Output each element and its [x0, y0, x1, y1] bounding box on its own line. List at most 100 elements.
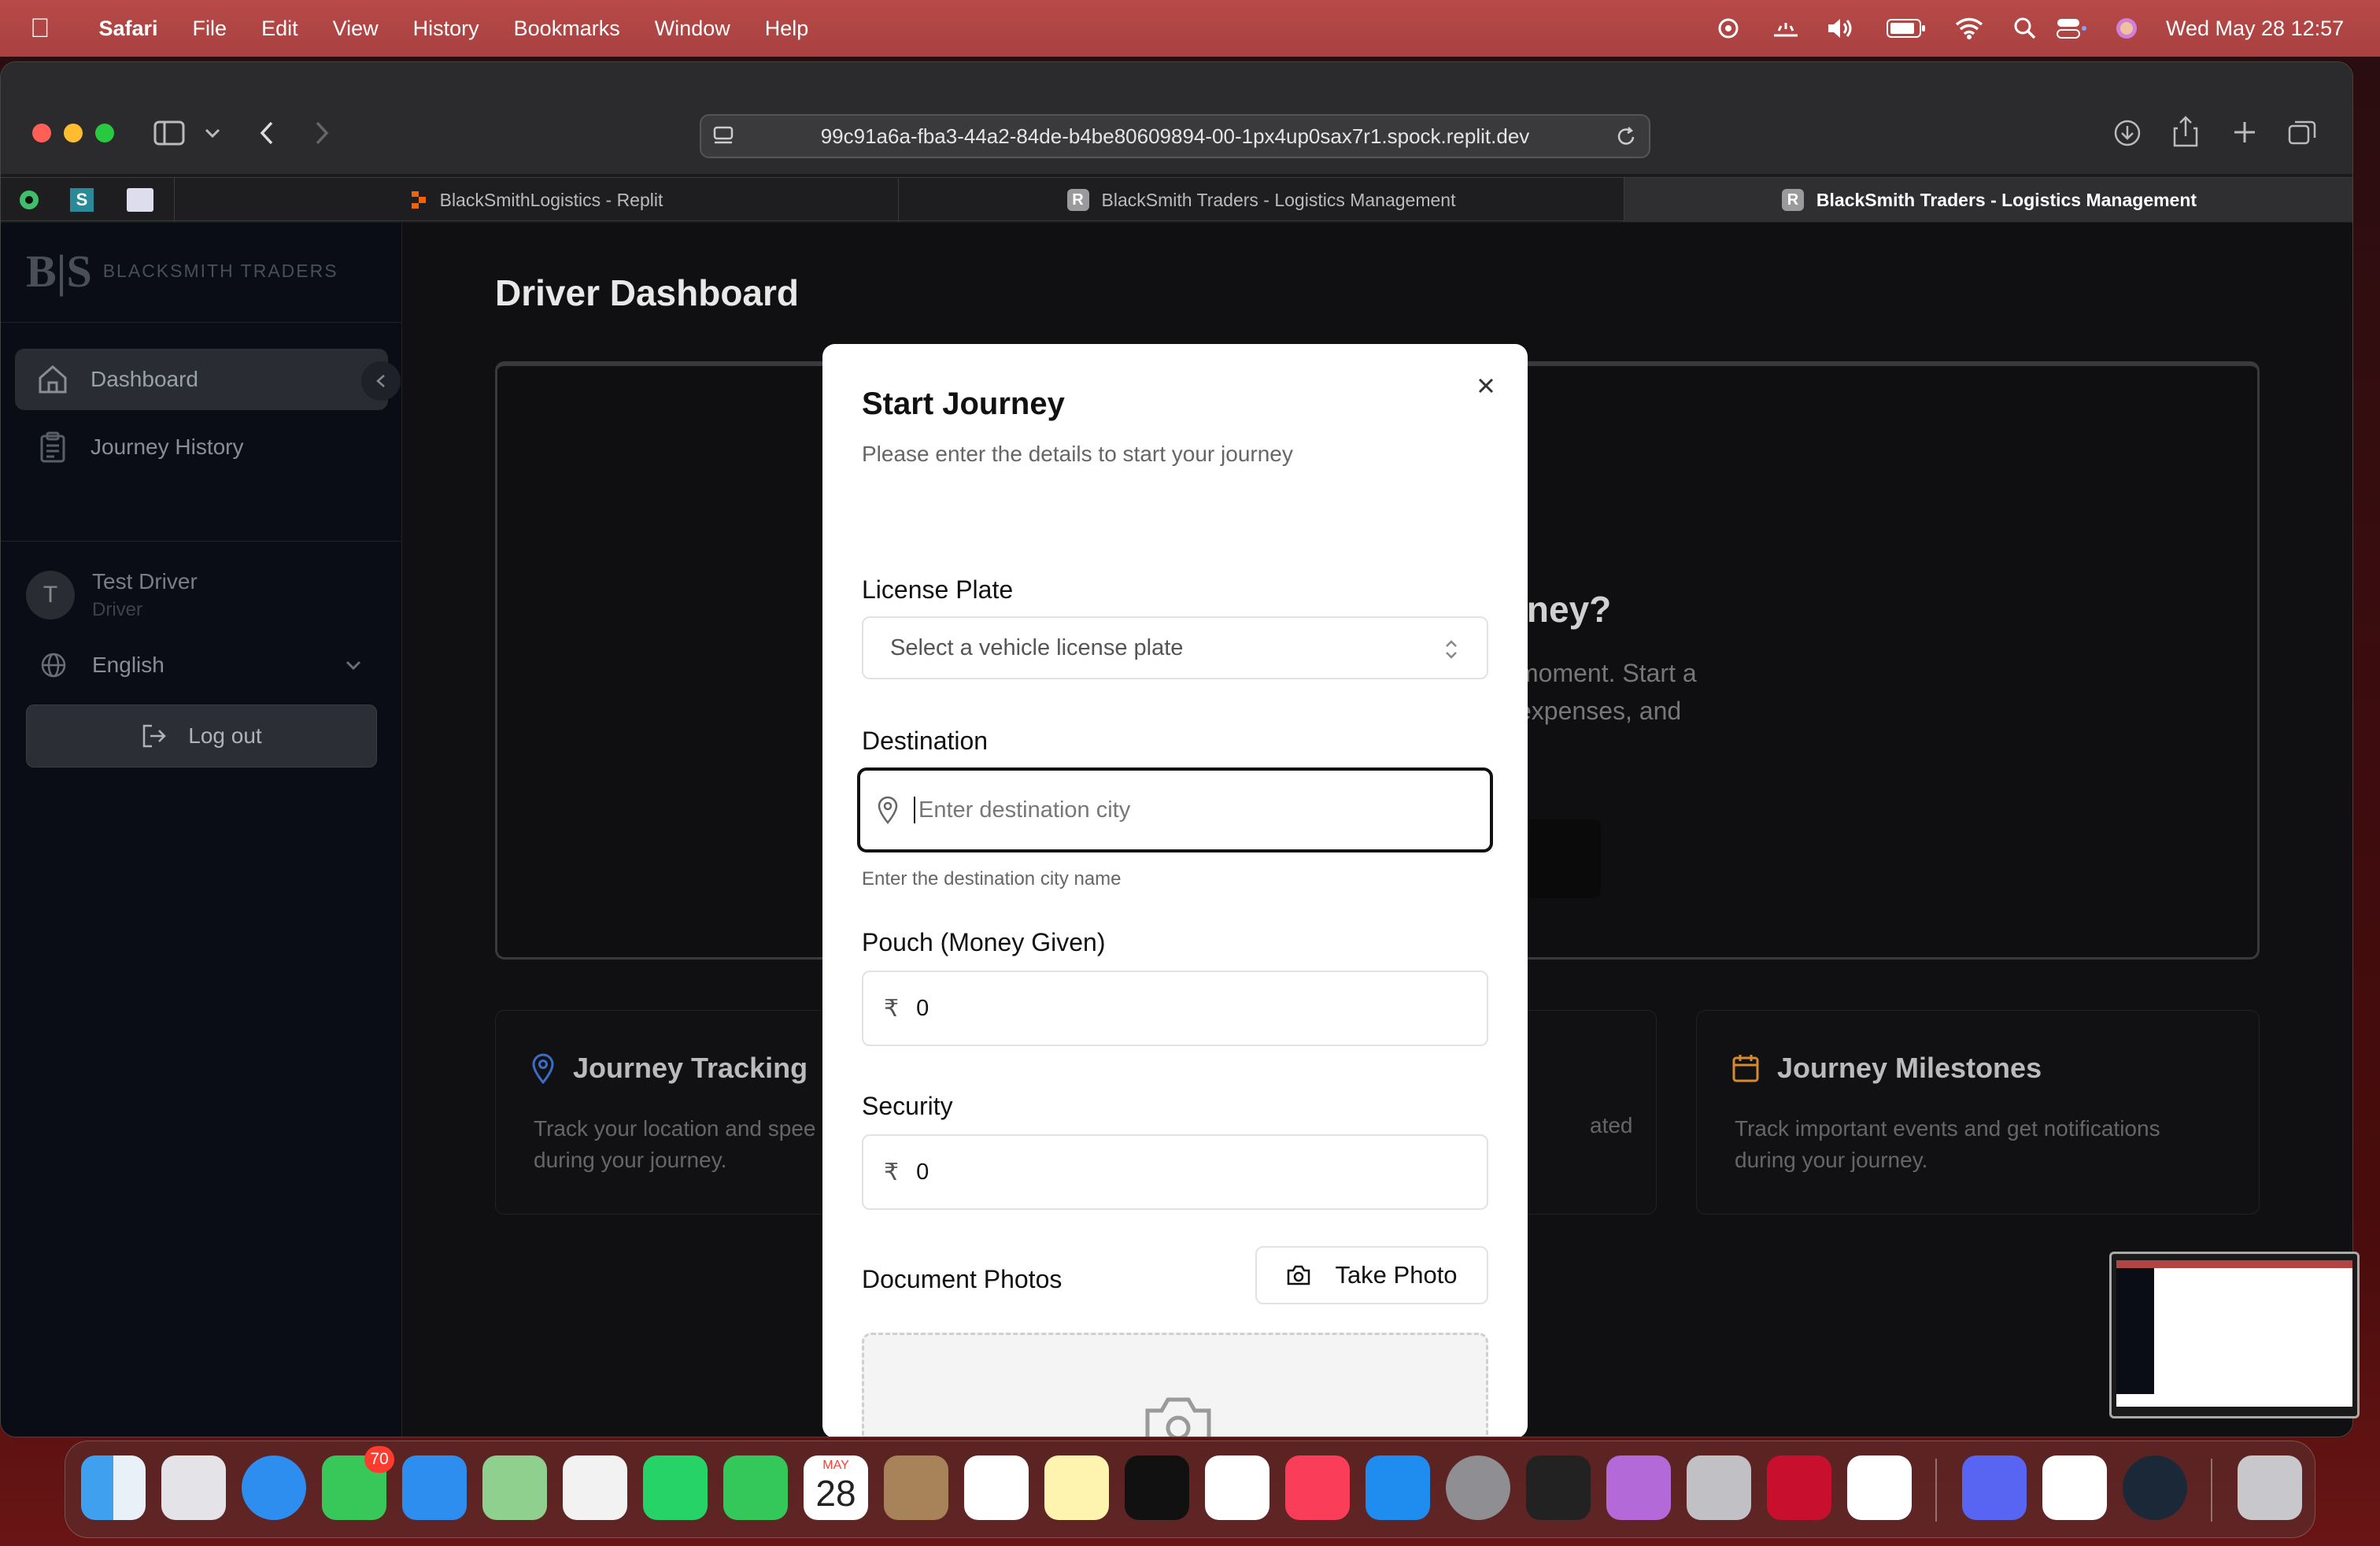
language-select[interactable]: English	[40, 643, 363, 687]
menu-bookmarks[interactable]: Bookmarks	[514, 17, 620, 41]
menu-edit[interactable]: Edit	[261, 17, 298, 41]
steam-icon[interactable]	[2123, 1455, 2187, 1520]
share-icon[interactable]	[2173, 116, 2198, 147]
spotlight-search-icon[interactable]	[2013, 0, 2037, 57]
music-icon[interactable]	[1285, 1455, 1350, 1520]
chatgpt-icon[interactable]	[1847, 1455, 1912, 1520]
menu-app-name[interactable]: Safari	[99, 17, 158, 41]
page-settings-icon[interactable]	[712, 125, 736, 147]
screenshot-thumbnail[interactable]	[2109, 1252, 2360, 1418]
menu-view[interactable]: View	[333, 17, 379, 41]
menu-help[interactable]: Help	[765, 17, 809, 41]
destination-help-text: Enter the destination city name	[862, 868, 1122, 890]
control-center-icon[interactable]	[2056, 0, 2087, 57]
cursor-app-icon[interactable]	[1526, 1455, 1591, 1520]
menu-clock[interactable]: Wed May 28 12:57	[2166, 0, 2344, 57]
discord-icon[interactable]	[1962, 1455, 2027, 1520]
take-photo-label: Take Photo	[1335, 1261, 1458, 1289]
apple-tv-icon[interactable]	[1125, 1455, 1189, 1520]
downloads-icon[interactable]	[2113, 119, 2142, 147]
chatgpt-status-icon[interactable]	[1716, 0, 1741, 57]
tab-logistics-1[interactable]: R BlackSmith Traders - Logistics Managem…	[898, 178, 1624, 222]
pouch-label: Pouch (Money Given)	[862, 928, 1106, 956]
wifi-icon[interactable]	[1955, 0, 1983, 57]
menu-history[interactable]: History	[413, 17, 479, 41]
feature-card-journey-milestones: Journey Milestones Track important event…	[1696, 1010, 2260, 1215]
launchpad-icon[interactable]	[161, 1455, 226, 1520]
tab-label: BlackSmithLogistics - Replit	[439, 189, 663, 210]
battery-icon[interactable]	[1886, 0, 1927, 57]
notes-icon[interactable]	[1044, 1455, 1109, 1520]
iphone-mirroring-icon[interactable]	[1687, 1455, 1751, 1520]
freeform-icon[interactable]	[1205, 1455, 1269, 1520]
menu-window[interactable]: Window	[655, 17, 730, 41]
currency-symbol: ₹	[884, 995, 900, 1022]
photo-dropzone[interactable]	[862, 1333, 1488, 1437]
destination-placeholder: Enter destination city	[918, 797, 1131, 823]
maps-icon[interactable]	[482, 1455, 547, 1520]
messages-icon[interactable]: 70	[322, 1446, 394, 1520]
calendar-icon	[1732, 1055, 1759, 1082]
user-name: Test Driver	[92, 569, 198, 594]
pinned-tab-3[interactable]	[127, 178, 153, 222]
sidebar-item-journey-history[interactable]: Journey History	[15, 416, 388, 478]
apple-menu-icon[interactable]: 	[30, 13, 50, 44]
app-store-icon[interactable]	[1366, 1455, 1430, 1520]
destination-input[interactable]: Enter destination city	[857, 767, 1493, 853]
dialog-subtitle: Please enter the details to start your j…	[862, 442, 1293, 466]
mail-icon[interactable]	[402, 1455, 467, 1520]
camera-icon	[1288, 1265, 1310, 1285]
safari-icon[interactable]	[242, 1455, 306, 1520]
brightness-icon[interactable]	[1771, 0, 1801, 57]
calendar-app-icon[interactable]: MAY 28	[804, 1455, 868, 1520]
logo: B|S BLACKSMITH TRADERS	[26, 246, 338, 297]
autocad-icon[interactable]	[1767, 1455, 1831, 1520]
trash-icon[interactable]	[2238, 1455, 2302, 1520]
pouch-input[interactable]: ₹ 0	[862, 971, 1488, 1046]
new-tab-icon[interactable]	[2233, 120, 2256, 144]
tab-label: BlackSmith Traders - Logistics Managemen…	[1816, 189, 2197, 210]
document-photos-label: Document Photos	[862, 1265, 1062, 1293]
reminders-icon[interactable]	[964, 1455, 1029, 1520]
security-input[interactable]: ₹ 0	[862, 1134, 1488, 1210]
address-bar[interactable]: 99c91a6a-fba3-44a2-84de-b4be80609894-00-…	[700, 114, 1650, 158]
chevron-down-icon[interactable]	[204, 127, 221, 139]
contacts-icon[interactable]	[884, 1455, 948, 1520]
system-settings-icon[interactable]	[1446, 1455, 1510, 1520]
feedback-icon[interactable]	[1606, 1455, 1671, 1520]
collapse-sidebar-button[interactable]	[361, 361, 401, 401]
close-dialog-button[interactable]	[1473, 372, 1499, 399]
user-role: Driver	[92, 599, 142, 620]
siri-icon[interactable]	[2114, 0, 2139, 57]
finder-icon[interactable]	[81, 1455, 146, 1520]
minimize-window-button[interactable]	[64, 124, 83, 142]
pinned-tab-2[interactable]: S	[70, 178, 94, 222]
close-window-button[interactable]	[32, 124, 51, 142]
messages-badge: 70	[364, 1446, 394, 1473]
zoom-window-button[interactable]	[95, 124, 114, 142]
tab-replit[interactable]: BlackSmithLogistics - Replit	[174, 178, 898, 222]
license-plate-select[interactable]: Select a vehicle license plate	[862, 616, 1488, 679]
forward-icon[interactable]	[312, 120, 331, 146]
reload-icon[interactable]	[1614, 125, 1638, 149]
logout-button[interactable]: Log out	[26, 705, 377, 767]
tab-overview-icon[interactable]	[2288, 119, 2316, 146]
whatsapp-icon[interactable]	[643, 1455, 708, 1520]
chevron-up-down-icon	[1446, 640, 1457, 659]
menu-bar:  Safari File Edit View History Bookmark…	[0, 0, 2380, 57]
logout-icon	[143, 724, 167, 748]
sidebar-item-dashboard[interactable]: Dashboard	[15, 349, 388, 410]
app-sidebar: B|S BLACKSMITH TRADERS Dashboard Journey…	[1, 223, 402, 1437]
volume-icon[interactable]	[1826, 0, 1857, 57]
take-photo-button[interactable]: Take Photo	[1255, 1246, 1488, 1304]
menu-file[interactable]: File	[193, 17, 227, 41]
notion-icon[interactable]	[2042, 1455, 2107, 1520]
tab-logistics-active[interactable]: R BlackSmith Traders - Logistics Managem…	[1624, 178, 2352, 222]
clipboard-icon	[40, 431, 65, 463]
browser-toolbar: 99c91a6a-fba3-44a2-84de-b4be80609894-00-…	[1, 62, 2352, 174]
back-icon[interactable]	[257, 120, 276, 146]
pinned-tab-1[interactable]	[18, 178, 40, 222]
sidebar-toggle-icon[interactable]	[153, 120, 185, 146]
facetime-icon[interactable]	[723, 1455, 788, 1520]
photos-icon[interactable]	[563, 1455, 627, 1520]
